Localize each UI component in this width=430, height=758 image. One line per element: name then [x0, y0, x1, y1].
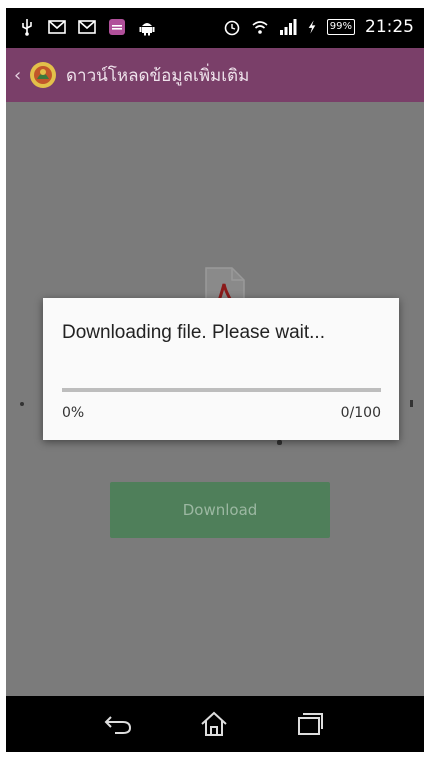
- usb-icon: [22, 19, 32, 36]
- signal-icon: [279, 19, 297, 35]
- app-notification-icon: [109, 19, 125, 35]
- progress-count: 0/100: [340, 405, 381, 421]
- back-icon: [104, 716, 132, 734]
- navigation-bar: [6, 696, 424, 752]
- hidden-text-fragment: [20, 402, 24, 406]
- recent-apps-button[interactable]: [290, 708, 330, 740]
- page-title: ดาวน์โหลดข้อมูลเพิ่มเติม: [66, 65, 250, 86]
- charging-icon: [308, 20, 316, 34]
- hidden-text-fragment: [410, 400, 413, 407]
- gmail-icon: [48, 20, 66, 34]
- action-bar: ‹ ดาวน์โหลดข้อมูลเพิ่มเติม: [6, 48, 424, 102]
- wifi-icon: [252, 21, 268, 34]
- home-button[interactable]: [194, 708, 234, 740]
- up-navigation-icon[interactable]: ‹: [14, 65, 26, 86]
- gmail-icon: [78, 20, 96, 34]
- home-icon: [201, 711, 227, 736]
- clock: 21:25: [365, 17, 414, 37]
- progress-percent: 0%: [62, 405, 85, 421]
- notification-icons: [18, 18, 156, 36]
- system-icons: 99% 21:25: [223, 17, 414, 37]
- app-logo-icon[interactable]: [28, 60, 58, 90]
- progress-bar: [62, 388, 381, 392]
- alarm-icon: [224, 20, 240, 36]
- android-icon: [139, 23, 155, 36]
- back-button[interactable]: [98, 708, 138, 740]
- battery-icon: 99%: [326, 19, 355, 35]
- download-progress-dialog: Downloading file. Please wait... 0% 0/10…: [43, 298, 399, 440]
- status-bar: 99% 21:25: [6, 8, 424, 48]
- recent-apps-icon: [298, 713, 323, 735]
- phone-screen: 99% 21:25 ‹ ดาวน์โหลดข้อมูลเพิ่มเติม Dow…: [6, 8, 424, 752]
- download-button[interactable]: Download: [110, 482, 330, 538]
- battery-level: 99%: [329, 21, 352, 32]
- hidden-text-fragment: [277, 440, 282, 445]
- dialog-message: Downloading file. Please wait...: [62, 322, 325, 343]
